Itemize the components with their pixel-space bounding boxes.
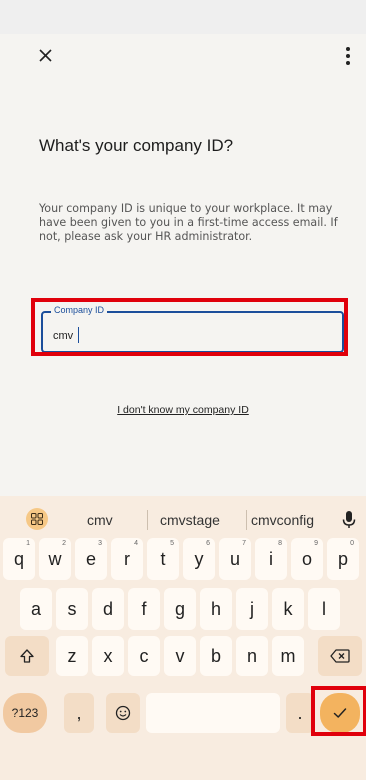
key-m[interactable]: m [272,636,304,676]
key-label: b [210,645,221,666]
key-number-hint: 0 [350,540,354,547]
key-f[interactable]: f [128,588,160,630]
key-e[interactable]: e3 [75,538,107,580]
key-z[interactable]: z [56,636,88,676]
key-k[interactable]: k [272,588,304,630]
backspace-key[interactable] [318,636,362,676]
key-number-hint: 2 [62,540,66,547]
key-label: v [175,645,185,666]
key-label: y [194,548,204,569]
key-n[interactable]: n [236,636,268,676]
key-v[interactable]: v [164,636,196,676]
key-label: k [283,598,293,619]
key-label: d [102,598,113,619]
key-y[interactable]: y6 [183,538,215,580]
key-h[interactable]: h [200,588,232,630]
key-p[interactable]: p0 [327,538,359,580]
key-label: c [139,645,149,666]
more-vert-dot [346,61,350,65]
key-label: w [48,548,62,569]
suggestion-1[interactable]: cmv [87,512,113,528]
key-o[interactable]: o9 [291,538,323,580]
comma-key[interactable]: , [64,693,94,733]
key-number-hint: 5 [170,540,174,547]
key-w[interactable]: w2 [39,538,71,580]
key-label: x [103,645,113,666]
key-number-hint: 8 [278,540,282,547]
key-number-hint: 1 [26,540,30,547]
key-number-hint: 9 [314,540,318,547]
key-label: z [67,645,77,666]
key-label: f [141,598,147,619]
suggestion-divider [147,510,148,530]
suggestion-divider [246,510,247,530]
status-bar [0,0,366,34]
key-number-hint: 6 [206,540,210,547]
key-label: s [67,598,77,619]
key-label: j [250,598,254,619]
key-label: n [246,645,257,666]
key-d[interactable]: d [92,588,124,630]
key-number-hint: 3 [98,540,102,547]
key-label: a [30,598,41,619]
space-key[interactable] [146,693,280,733]
key-number-hint: 7 [242,540,246,547]
key-number-hint: 4 [134,540,138,547]
key-label: e [85,548,96,569]
mic-icon[interactable] [341,510,357,530]
key-label: l [322,598,326,619]
key-t[interactable]: t5 [147,538,179,580]
key-label: u [229,548,240,569]
key-label: h [210,598,221,619]
key-g[interactable]: g [164,588,196,630]
key-label: o [301,548,312,569]
key-label: g [174,598,185,619]
key-label: i [269,548,273,569]
more-options-button[interactable] [338,43,358,69]
emoji-icon [115,705,131,721]
key-r[interactable]: r4 [111,538,143,580]
symbols-key[interactable]: ?123 [3,693,47,733]
more-vert-dot [346,54,350,58]
key-j[interactable]: j [236,588,268,630]
backspace-icon [330,649,350,663]
key-label: p [337,548,348,569]
key-a[interactable]: a [20,588,52,630]
key-l[interactable]: l [308,588,340,630]
suggestion-3[interactable]: cmvconfig [251,512,314,528]
shift-icon [20,649,34,663]
key-u[interactable]: u7 [219,538,251,580]
suggestion-bar: cmv cmvstage cmvconfig [0,502,366,538]
close-icon [39,49,52,62]
key-label: t [160,548,166,569]
key-label: q [13,548,24,569]
key-x[interactable]: x [92,636,124,676]
forgot-company-id-link[interactable]: I don't know my company ID [0,404,366,416]
page-title: What's your company ID? [39,136,234,155]
key-label: r [124,548,130,569]
emoji-key[interactable] [106,693,140,733]
key-label: m [280,645,296,666]
more-vert-icon [346,47,350,51]
key-s[interactable]: s [56,588,88,630]
key-q[interactable]: q1 [3,538,35,580]
highlight-box-field [31,298,348,356]
soft-keyboard: cmv cmvstage cmvconfig q1w2e3r4t5y6u7i8o… [0,496,366,780]
suggestion-2[interactable]: cmvstage [160,512,220,528]
highlight-box-enter [311,686,366,736]
key-c[interactable]: c [128,636,160,676]
key-b[interactable]: b [200,636,232,676]
period-key[interactable]: . [286,693,314,733]
page-description: Your company ID is unique to your workpl… [39,202,338,243]
close-button[interactable] [36,46,56,66]
apps-grid-icon[interactable] [26,508,48,530]
shift-key[interactable] [5,636,49,676]
key-i[interactable]: i8 [255,538,287,580]
app-bar [0,34,366,84]
